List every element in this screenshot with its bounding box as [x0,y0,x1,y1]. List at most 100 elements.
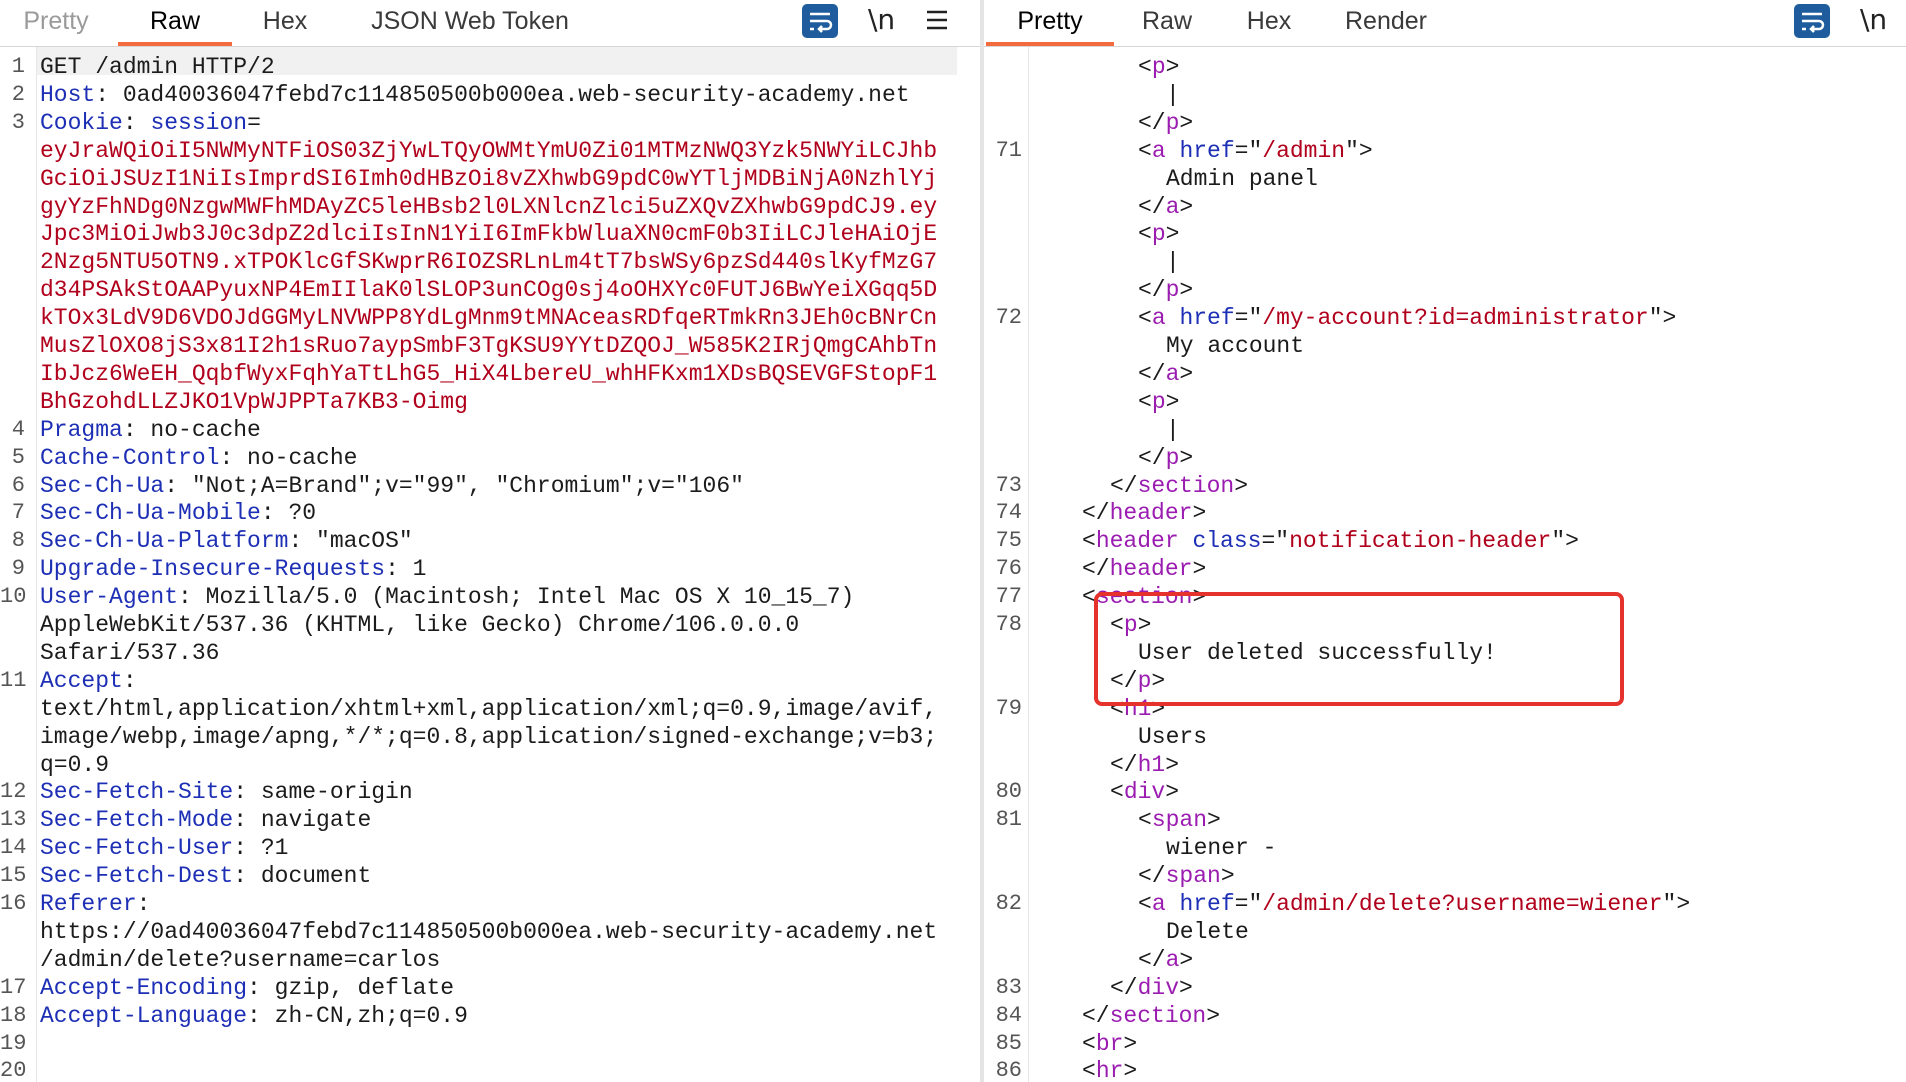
code-token: : ?1 [233,835,289,862]
code-token: =" [1234,305,1263,332]
newline-toggle[interactable]: \n [868,0,895,42]
line-number: 73 [995,472,1022,498]
code-token: > [1165,779,1180,806]
wrap-lines-icon[interactable] [802,4,838,38]
code-token: : 0ad40036047febd7c114850500b000ea.web-s… [95,81,910,108]
code-line: | [1166,81,1180,109]
code-token: > [1179,193,1194,220]
code-line: Accept-Encoding: gzip, deflate [40,974,454,1002]
line-number [984,723,1022,751]
code-token: > [1137,612,1152,638]
code-line: Sec-Ch-Ua-Mobile: ?0 [40,499,316,527]
code-line: Pragma: no-cache [40,416,261,444]
code-token: image/webp,image/apng,*/*;q=0.8,applicat… [40,723,938,750]
code-token: eyJraWQiOiI5NWMyNTFiOS03ZjYwLTQyOWMtYmU0… [40,137,938,164]
code-token: > [1165,751,1180,778]
code-token: h1 [1123,695,1152,722]
line-number [984,639,1022,667]
line-number: 8 [11,528,25,554]
code-token: > [1207,807,1221,834]
code-token: href [1179,137,1235,164]
code-token: a [1151,137,1166,164]
code-token: > [1192,556,1207,583]
code-token: < [1110,695,1124,722]
hamburger-menu-icon[interactable] [924,0,950,42]
line-number: 72 [995,305,1022,331]
line-number [984,862,1022,890]
code-token: < [1082,1030,1096,1057]
code-token: > [1179,946,1194,973]
code-line: AppleWebKit/537.36 (KHTML, like Gecko) C… [40,611,799,639]
code-line: Sec-Ch-Ua: "Not;A=Brand";v="99", "Chromi… [40,472,744,500]
code-line: Sec-Fetch-Mode: navigate [40,806,371,834]
code-line: </p> [1138,444,1193,472]
code-line: User deleted successfully! [1138,639,1497,667]
code-token: "> [1648,305,1677,332]
tab-render[interactable]: Render [1336,0,1436,46]
code-token: href [1179,891,1235,917]
code-line: <p> [1138,220,1179,248]
code-token: > [1179,277,1194,304]
line-number: 16 [0,891,27,916]
newline-toggle[interactable]: \n [1860,0,1887,42]
code-token: Cookie [40,109,123,136]
code-token: > [1165,388,1180,415]
code-token: : [122,667,137,694]
request-editor[interactable]: 1 2 3 4 5 6 7 8 9 10 11 12 13 14 15 16 17 18 19 20 GET /adm… [0,47,980,1082]
code-token: </ [1138,863,1166,890]
code-token: Accept-Encoding [40,974,248,1001]
line-number: 5 [11,444,25,470]
code-token: a [1165,360,1180,387]
code-line: User-Agent: Mozilla/5.0 (Macintosh; Inte… [40,583,854,611]
code-token: > [1220,863,1235,890]
line-number [984,248,1022,276]
line-number [984,332,1022,360]
code-line: wiener - [1166,834,1276,862]
line-number [0,332,25,360]
code-line: Jpc3MiOiJwb3J0c3dpZ2dlciIsInN1YiI6ImFkbW… [40,220,937,248]
response-editor[interactable]: 71 72 73 74 75 76 77 78 79 80 81 82 83 84 85 86 <p> | </p… [984,47,1906,1082]
line-number: 19 [0,1030,27,1056]
tab-hex[interactable]: Hex [252,0,318,46]
line-number: 81 [995,807,1022,833]
tab-pretty[interactable]: Pretty [14,0,98,46]
code-token: </ [1138,946,1166,973]
line-number: 3 [11,109,25,135]
line-number: 20 [0,1058,27,1082]
tab-pretty[interactable]: Pretty [986,0,1114,46]
code-line: <a href="/admin/delete?username=wiener"> [1138,890,1690,918]
code-line: </span> [1138,862,1235,890]
tab-raw[interactable]: Raw [118,0,232,46]
code-token: AppleWebKit/537.36 (KHTML, like Gecko) C… [40,612,800,638]
line-number [0,137,25,165]
code-line: Sec-Fetch-User: ?1 [40,834,288,862]
wrap-lines-icon[interactable] [1794,4,1830,38]
line-number [0,248,25,276]
line-number-gutter: 1 2 3 4 5 6 7 8 9 10 11 12 13 14 15 16 17 18 19 20 [0,47,37,1082]
code-token: = [247,109,261,136]
code-line: Upgrade-Insecure-Requests: 1 [40,555,426,583]
code-line: </p> [1138,276,1193,304]
line-number: 74 [995,500,1022,526]
line-number: 85 [995,1030,1022,1056]
code-token: > [1206,1002,1221,1029]
tab-hex[interactable]: Hex [1236,0,1302,46]
code-line: d34PSAkStOAAPyuxNP4EmIIlaK0lSLOP3unCOg0s… [40,276,937,304]
tab-raw[interactable]: Raw [1134,0,1200,46]
line-number: 4 [11,416,25,442]
tab-json-web-token[interactable]: JSON Web Token [354,0,586,46]
code-token: Jpc3MiOiJwb3J0c3dpZ2dlciIsInN1YiI6ImFkbW… [40,221,938,248]
line-number: 71 [995,137,1022,163]
code-token: Safari/537.36 [40,639,220,666]
code-token: : ?0 [260,500,317,527]
code-token: p [1151,54,1166,80]
line-number [0,304,25,332]
code-line: q=0.9 [40,751,109,779]
line-number [0,165,25,193]
code-line: <br> [1082,1030,1137,1058]
line-number: 78 [995,612,1022,637]
code-line: </a> [1138,193,1193,221]
code-token: > [1151,667,1166,694]
